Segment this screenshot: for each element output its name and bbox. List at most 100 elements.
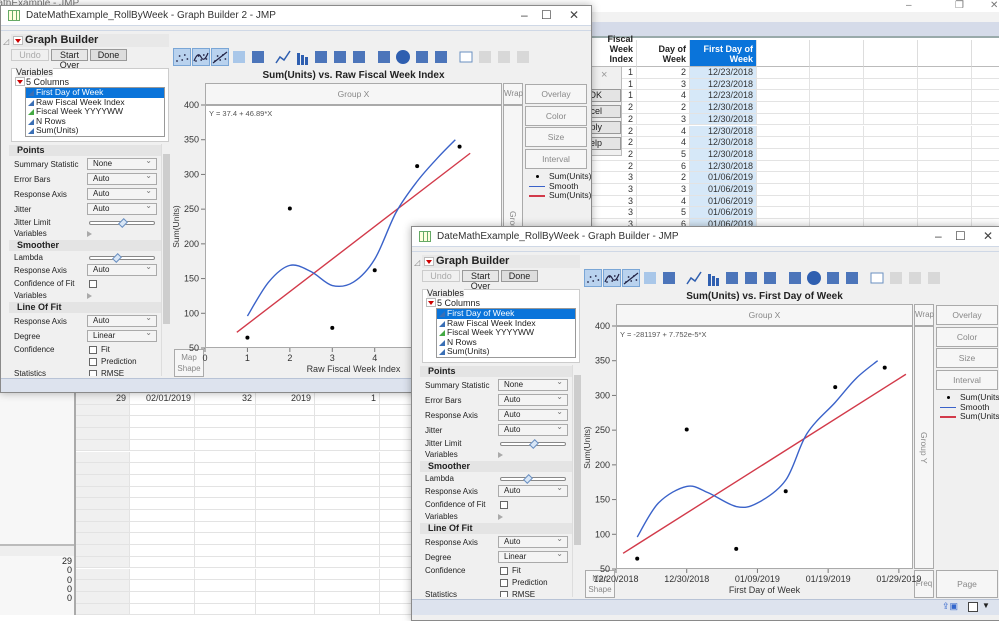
treemap-element-icon[interactable] [413, 48, 431, 66]
line-of-fit-element-icon[interactable] [622, 269, 640, 287]
minimize-button[interactable]: – [935, 229, 942, 243]
table-cell[interactable]: 12/23/2018 [690, 78, 757, 91]
freq-zone[interactable]: Freq [914, 570, 934, 598]
contour-element-icon[interactable] [249, 48, 267, 66]
points-section-header[interactable]: Points [9, 145, 161, 156]
table-cell[interactable] [810, 67, 864, 79]
row-number[interactable] [76, 603, 130, 616]
disclosure-icon[interactable]: ◿ [414, 258, 420, 267]
close-button[interactable]: ✕ [569, 8, 579, 22]
done-button[interactable]: Done [90, 49, 127, 61]
statistics-rmse-checkbox[interactable] [500, 591, 508, 597]
row-number[interactable] [76, 580, 130, 592]
table-cell[interactable]: 1 [315, 393, 380, 405]
row-number[interactable]: 29 [76, 393, 130, 405]
table-cell[interactable] [972, 137, 999, 149]
table-cell[interactable] [972, 184, 999, 196]
table-cell[interactable] [195, 463, 256, 475]
table-cell[interactable] [256, 556, 315, 569]
table-cell[interactable]: 01/06/2019 [690, 172, 757, 184]
statistics-rmse-checkbox[interactable] [89, 370, 97, 376]
table-cell[interactable] [972, 126, 999, 138]
error-bars-select[interactable]: Auto [87, 171, 157, 185]
empty-column-header[interactable] [757, 40, 810, 67]
table-cell[interactable] [757, 102, 810, 114]
table-cell[interactable] [256, 545, 315, 557]
bar-element-icon[interactable] [704, 269, 722, 287]
row-number[interactable] [76, 498, 130, 510]
table-cell[interactable]: 2 [637, 102, 690, 114]
table-cell[interactable] [918, 207, 972, 220]
dialog-close-icon[interactable]: × [601, 69, 607, 81]
column-list[interactable]: First Day of Week Raw Fiscal Week Index Fi… [436, 308, 576, 358]
table-cell[interactable] [972, 102, 999, 114]
row-number[interactable] [76, 428, 130, 440]
row-number[interactable] [76, 545, 130, 557]
table-cell[interactable] [256, 580, 315, 592]
table-cell[interactable] [864, 172, 918, 184]
table-cell[interactable] [810, 160, 864, 173]
expand-triangle-icon[interactable] [498, 452, 503, 458]
pie-element-icon[interactable] [394, 48, 412, 66]
table-cell[interactable] [315, 521, 380, 534]
table-cell[interactable] [757, 137, 810, 149]
wrap-zone[interactable]: Wrap [503, 83, 523, 105]
smoother-section-header[interactable]: Smoother [420, 461, 572, 472]
table-cell[interactable] [195, 545, 256, 557]
table-cell[interactable] [195, 451, 256, 464]
close-button[interactable]: ✕ [983, 229, 993, 243]
slider-thumb[interactable] [523, 474, 533, 484]
app-close-button[interactable]: ✕ [990, 0, 998, 11]
table-cell[interactable]: 2 [637, 172, 690, 184]
confidence-of-fit-checkbox[interactable] [89, 280, 97, 288]
table-cell[interactable] [315, 533, 380, 546]
table-cell[interactable] [256, 474, 315, 487]
expand-triangle-icon[interactable] [87, 231, 92, 237]
status-dropdown-icon[interactable]: ▼ [982, 601, 990, 610]
interval-zone[interactable]: Interval [525, 149, 587, 169]
row-number[interactable] [76, 533, 130, 546]
table-cell[interactable] [256, 404, 315, 417]
overlay-zone[interactable]: Overlay [525, 84, 587, 104]
table-cell[interactable] [918, 90, 972, 103]
table-cell[interactable] [315, 451, 380, 464]
table-cell[interactable] [130, 428, 195, 440]
smoother-element-icon[interactable] [192, 48, 210, 66]
table-cell[interactable] [315, 416, 380, 429]
table-cell[interactable] [315, 404, 380, 417]
table-cell[interactable]: 12/30/2018 [690, 160, 757, 173]
row-number[interactable] [76, 463, 130, 475]
table-cell[interactable] [195, 474, 256, 487]
table-cell[interactable] [315, 545, 380, 557]
table-cell[interactable] [864, 207, 918, 220]
status-checkbox-icon[interactable] [968, 602, 978, 612]
panel-scrollbar[interactable] [161, 144, 171, 376]
ellipse-element-icon[interactable] [230, 48, 248, 66]
jitter-limit-slider[interactable] [89, 218, 155, 228]
column-header[interactable]: Day of Week [637, 40, 690, 67]
table-cell[interactable] [810, 113, 864, 126]
table-cell[interactable] [864, 90, 918, 103]
color-zone[interactable]: Color [936, 327, 998, 347]
group-x-zone[interactable]: Group X [205, 83, 502, 105]
empty-column-header[interactable] [864, 40, 918, 67]
table-cell[interactable] [810, 195, 864, 208]
map-shape-zone[interactable]: Map Shape [585, 570, 615, 598]
table-cell[interactable] [195, 603, 256, 616]
table-cell[interactable] [972, 207, 999, 220]
row-number[interactable] [76, 521, 130, 534]
slider-thumb[interactable] [112, 253, 122, 263]
mosaic-element-icon[interactable] [432, 48, 450, 66]
table-cell[interactable] [757, 160, 810, 173]
table-cell[interactable] [130, 463, 195, 475]
prediction-checkbox[interactable] [89, 358, 97, 366]
table-cell[interactable] [757, 184, 810, 196]
table-cell[interactable]: 12/30/2018 [690, 102, 757, 114]
expand-triangle-icon[interactable] [87, 293, 92, 299]
app-restore-button[interactable]: ❐ [955, 0, 964, 11]
points-response-axis-select[interactable]: Auto [498, 407, 568, 421]
table-cell[interactable] [757, 78, 810, 91]
column-list-item[interactable]: Sum(Units) [437, 347, 575, 357]
histogram-element-icon[interactable] [350, 48, 368, 66]
heatmap-element-icon[interactable] [786, 269, 804, 287]
